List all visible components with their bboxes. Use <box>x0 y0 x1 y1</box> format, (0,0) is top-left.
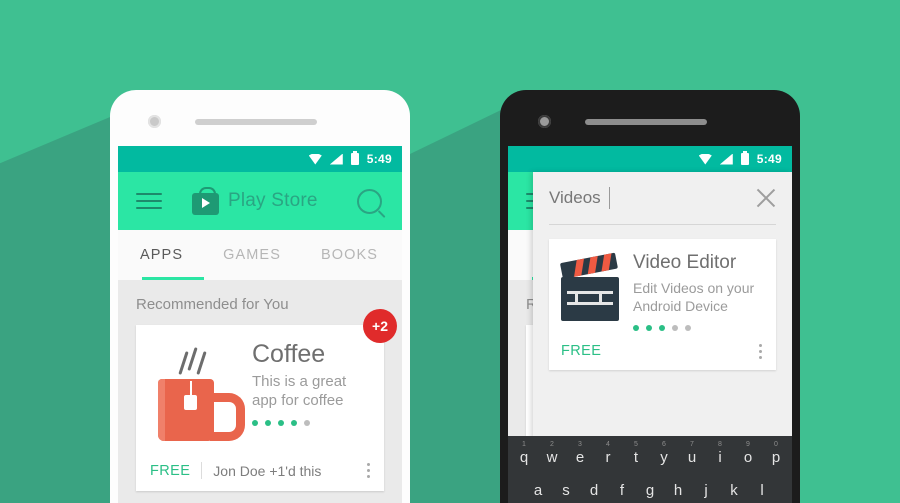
dark-phone-screen: 5:49 Recommended for You Videos <box>508 146 792 503</box>
kebab-menu-icon[interactable] <box>367 463 370 478</box>
front-camera-icon <box>148 115 161 128</box>
key-i[interactable]: 8i <box>706 440 734 473</box>
result-description: Edit Videos on your Android Device <box>633 279 755 315</box>
text-caret <box>608 187 611 209</box>
key-a[interactable]: a <box>524 473 552 503</box>
key-number-label: 4 <box>606 441 610 448</box>
card-text: Coffee This is a great app for coffee <box>252 341 370 446</box>
key-number-label: 6 <box>662 441 666 448</box>
key-r[interactable]: 4r <box>594 440 622 473</box>
key-number-label: 1 <box>522 441 526 448</box>
tab-apps[interactable]: APPS <box>140 247 183 263</box>
key-number-label: 8 <box>718 441 722 448</box>
key-t[interactable]: 5t <box>622 440 650 473</box>
signal-icon <box>719 153 733 165</box>
key-j[interactable]: j <box>692 473 720 503</box>
app-title: Coffee <box>252 340 326 368</box>
footer-divider <box>201 462 203 479</box>
result-text: Video Editor Edit Videos on your Android… <box>633 252 764 332</box>
result-title: Video Editor <box>633 252 737 273</box>
front-camera-icon <box>538 115 551 128</box>
play-store-bag-icon <box>192 187 219 215</box>
on-screen-keyboard[interactable]: 1q2w3e4r5t6y7u8i9o0p asdfghjkl <box>508 436 792 503</box>
key-number-label: 0 <box>774 441 778 448</box>
key-number-label: 2 <box>550 441 554 448</box>
app-description: This is a great app for coffee <box>252 373 347 410</box>
wifi-icon <box>698 153 712 165</box>
status-bar-time: 5:49 <box>366 152 392 166</box>
white-phone-screen: 5:49 Play Store APPS GAMES BOOKS Recomme… <box>118 146 402 503</box>
result-body: Video Editor Edit Videos on your Android… <box>549 239 776 335</box>
search-result-card[interactable]: Video Editor Edit Videos on your Android… <box>549 239 776 371</box>
battery-icon <box>350 151 359 165</box>
active-tab-indicator <box>142 276 204 280</box>
tab-books[interactable]: BOOKS <box>321 247 378 263</box>
tab-bar: APPS GAMES BOOKS <box>118 230 402 280</box>
key-p[interactable]: 0p <box>762 440 790 473</box>
battery-icon <box>740 151 749 165</box>
scene: 5:49 Play Store APPS GAMES BOOKS Recomme… <box>0 0 900 503</box>
phone-top-hardware <box>110 90 410 146</box>
card-footer: FREE Jon Doe +1'd this <box>136 452 384 491</box>
keyboard-row-1: 1q2w3e4r5t6y7u8i9o0p <box>508 440 792 473</box>
result-footer: FREE <box>549 335 776 370</box>
rating-dots <box>252 420 370 427</box>
tab-games[interactable]: GAMES <box>223 247 281 263</box>
key-f[interactable]: f <box>608 473 636 503</box>
content-area: Recommended for You +2 Coffee This is a … <box>118 280 402 503</box>
earpiece-speaker <box>195 119 317 125</box>
white-phone: 5:49 Play Store APPS GAMES BOOKS Recomme… <box>110 90 410 503</box>
key-number-label: 7 <box>690 441 694 448</box>
key-h[interactable]: h <box>664 473 692 503</box>
search-underline <box>549 224 776 225</box>
key-u[interactable]: 7u <box>678 440 706 473</box>
status-bar: 5:49 <box>118 146 402 172</box>
app-card-coffee[interactable]: +2 Coffee This is a great app for coffee <box>136 309 397 491</box>
key-number-label: 3 <box>578 441 582 448</box>
key-w[interactable]: 2w <box>538 440 566 473</box>
key-y[interactable]: 6y <box>650 440 678 473</box>
key-d[interactable]: d <box>580 473 608 503</box>
app-bar-title: Play Store <box>228 190 318 211</box>
signal-icon <box>329 153 343 165</box>
key-k[interactable]: k <box>720 473 748 503</box>
wifi-icon <box>308 153 322 165</box>
section-title: Recommended for You <box>136 296 289 313</box>
status-bar: 5:49 <box>508 146 792 172</box>
key-o[interactable]: 9o <box>734 440 762 473</box>
key-e[interactable]: 3e <box>566 440 594 473</box>
key-number-label: 5 <box>634 441 638 448</box>
price-label: FREE <box>561 343 602 360</box>
key-q[interactable]: 1q <box>510 440 538 473</box>
earpiece-speaker <box>585 119 707 125</box>
coffee-mug-icon <box>150 341 245 446</box>
key-l[interactable]: l <box>748 473 776 503</box>
close-x-icon[interactable] <box>754 186 778 210</box>
search-icon[interactable] <box>357 188 382 214</box>
key-s[interactable]: s <box>552 473 580 503</box>
price-label: FREE <box>150 462 191 479</box>
app-bar-brand: Play Store <box>192 187 318 215</box>
search-overlay: Videos Video Editor Edit Videos on your … <box>533 172 792 440</box>
card-body: Coffee This is a great app for coffee <box>136 325 384 452</box>
search-input-row[interactable]: Videos <box>533 172 792 224</box>
key-g[interactable]: g <box>636 473 664 503</box>
hamburger-menu-icon[interactable] <box>136 193 162 209</box>
rating-dots <box>633 325 764 332</box>
clapperboard-icon <box>559 252 621 321</box>
app-bar: Play Store <box>118 172 402 230</box>
dark-phone: 5:49 Recommended for You Videos <box>500 90 800 503</box>
notification-badge: +2 <box>363 309 397 343</box>
status-bar-time: 5:49 <box>756 152 782 166</box>
keyboard-row-2: asdfghjkl <box>508 473 792 503</box>
phone-top-hardware <box>500 90 800 146</box>
search-input[interactable]: Videos <box>549 188 601 208</box>
key-number-label: 9 <box>746 441 750 448</box>
kebab-menu-icon[interactable] <box>759 343 762 359</box>
social-note: Jon Doe +1'd this <box>213 462 322 479</box>
